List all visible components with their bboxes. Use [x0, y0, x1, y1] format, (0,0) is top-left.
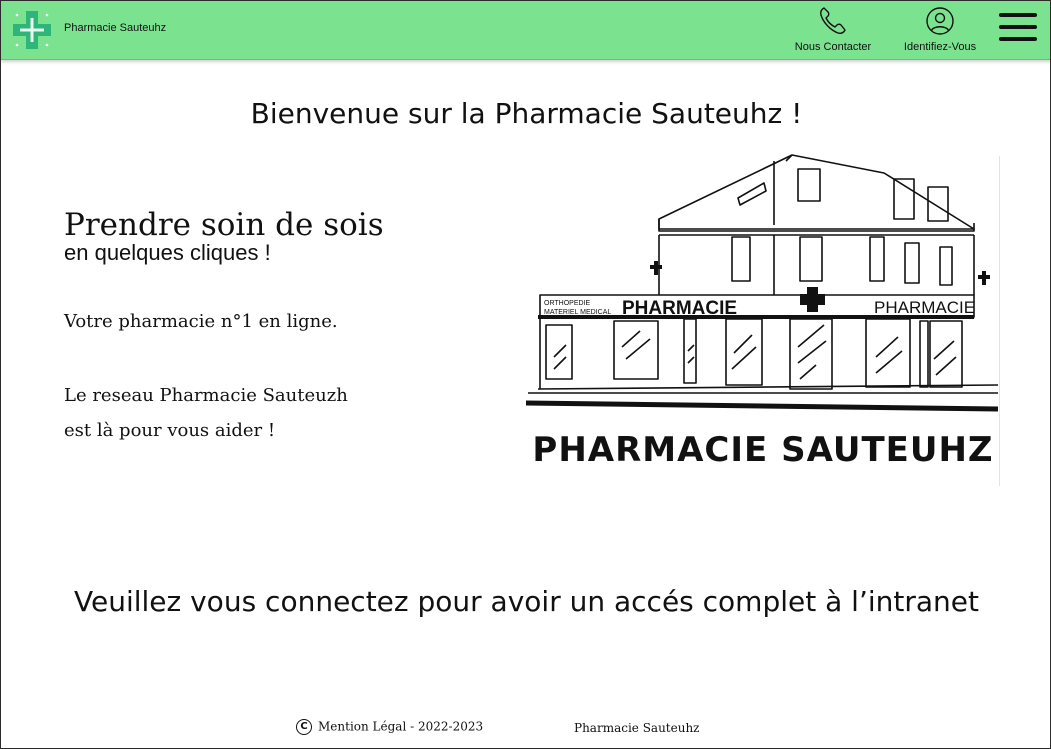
legal-label: Mention Légal - 2022-2023	[318, 719, 484, 734]
intro-block: Prendre soin de sois en quelques cliques…	[64, 206, 484, 448]
contact-button[interactable]: Nous Contacter	[789, 5, 877, 53]
sign-orthopedie: ORTHOPEDIE	[544, 300, 590, 307]
network-line-1: Le reseau Pharmacie Sauteuzh	[64, 385, 348, 406]
sign-pharmacie-right: PHARMACIE	[874, 298, 975, 317]
page: Pharmacie Sauteuhz Nous Contacter Identi…	[0, 0, 1051, 749]
pharmacy-building-illustration: ORTHOPEDIE MATERIEL MEDICAL PHARMACIE PH…	[526, 154, 999, 470]
copyright-icon: C	[296, 719, 312, 735]
medical-cross-icon[interactable]	[13, 11, 51, 49]
user-icon	[926, 7, 954, 35]
footer-brand: Pharmacie Sauteuhz	[574, 721, 700, 735]
illustration-caption: PHARMACIE SAUTEUHZ	[532, 430, 993, 470]
login-label: Identifiez-Vous	[903, 41, 977, 53]
login-button[interactable]: Identifiez-Vous	[897, 5, 983, 53]
sign-pharmacie-main: PHARMACIE	[622, 298, 737, 319]
sign-materiel-medical: MATERIEL MEDICAL	[544, 309, 611, 316]
headline: Prendre soin de sois	[64, 207, 384, 243]
login-prompt: Veuillez vous connectez pour avoir un ac…	[74, 585, 979, 618]
contact-label: Nous Contacter	[794, 41, 872, 53]
hamburger-menu-icon[interactable]	[999, 13, 1039, 45]
brand-name[interactable]: Pharmacie Sauteuhz	[64, 22, 166, 34]
top-navbar: Pharmacie Sauteuhz Nous Contacter Identi…	[1, 1, 1050, 60]
illustration-border	[999, 156, 1000, 486]
legal-notice-link[interactable]: C Mention Légal - 2022-2023	[296, 719, 483, 735]
welcome-title: Bienvenue sur la Pharmacie Sauteuhz !	[250, 97, 803, 130]
network-line-2: est là pour vous aider !	[64, 420, 276, 441]
phone-icon	[820, 7, 846, 34]
tagline: Votre pharmacie n°1 en ligne.	[64, 311, 338, 332]
network-text: Le reseau Pharmacie Sauteuzh est là pour…	[64, 378, 484, 448]
